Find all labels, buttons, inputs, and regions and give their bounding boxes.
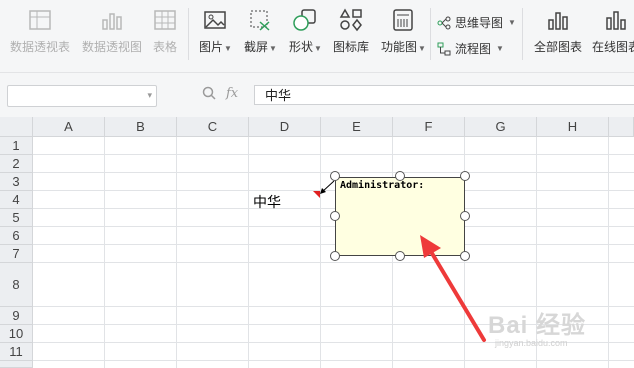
annotation-arrow <box>428 248 486 342</box>
watermark-url: jingyan.baidu.com <box>495 338 568 348</box>
watermark-logo: Bai 经验 <box>488 312 587 339</box>
